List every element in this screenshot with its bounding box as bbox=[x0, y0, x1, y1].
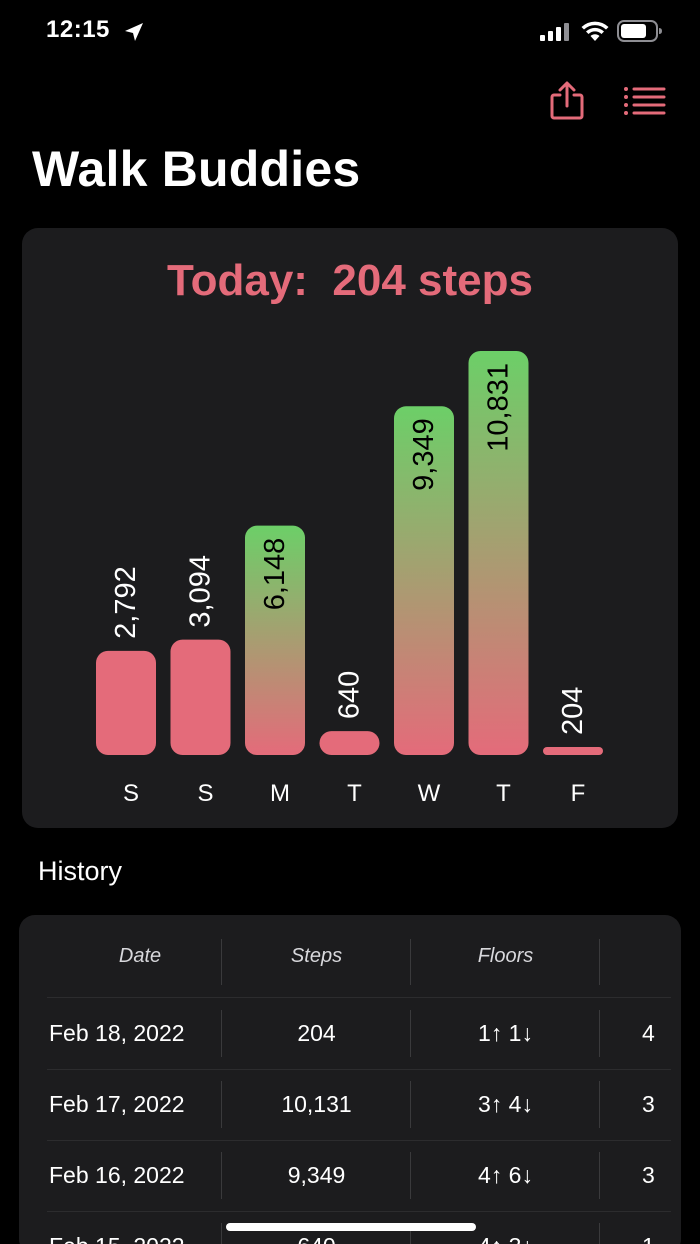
bar-6[interactable] bbox=[543, 747, 603, 755]
day-tick-label: M bbox=[270, 780, 290, 807]
table-row[interactable]: Feb 17, 2022 10,131 3↑ 4↓ 3 bbox=[47, 1069, 671, 1140]
bar-value-label: 10,831 bbox=[483, 363, 515, 452]
table-row[interactable]: Feb 16, 2022 9,349 4↑ 6↓ 3 bbox=[47, 1140, 671, 1211]
bar-3[interactable] bbox=[319, 731, 380, 755]
share-button[interactable] bbox=[546, 80, 588, 122]
weekly-steps-chart-card: Today: 204 steps 2,792 S 3,094 S 6,148 M 640 T 9… bbox=[22, 228, 678, 828]
cell-date: Feb 15, 2022 bbox=[47, 1211, 223, 1244]
screen: 12:15 Walk Buddies Today: 204 steps 2,79… bbox=[0, 0, 700, 1244]
wifi-icon bbox=[581, 21, 609, 41]
weekly-steps-bar-chart: 2,792 S 3,094 S 6,148 M 640 T 9,349 W 10,831 T 204 F bbox=[96, 351, 603, 807]
location-arrow-icon bbox=[125, 23, 143, 41]
cell-floors: 4↑ 6↓ bbox=[478, 1162, 533, 1188]
battery-icon bbox=[617, 20, 662, 42]
table-header-row: Date Steps Floors bbox=[47, 915, 671, 997]
bar-value-label: 2,792 bbox=[110, 566, 142, 639]
cell-extra: 3 bbox=[642, 1091, 655, 1117]
column-header-steps[interactable]: Steps bbox=[222, 915, 411, 997]
day-tick-label: S bbox=[197, 780, 213, 807]
history-table-viewport[interactable]: Date Steps Floors Feb 18, 2022 204 1↑ 1↓… bbox=[47, 915, 671, 1244]
day-tick-label: S bbox=[123, 780, 139, 807]
bar-1[interactable] bbox=[170, 639, 231, 755]
cell-steps: 10,131 bbox=[281, 1091, 352, 1117]
history-table[interactable]: Date Steps Floors Feb 18, 2022 204 1↑ 1↓… bbox=[19, 915, 681, 1244]
cell-date: Feb 18, 2022 bbox=[49, 1020, 185, 1046]
cell-steps: 204 bbox=[297, 1020, 336, 1046]
status-bar: 12:15 bbox=[0, 0, 700, 64]
column-header-floors[interactable]: Floors bbox=[411, 915, 600, 997]
list-button[interactable] bbox=[622, 84, 666, 118]
cell-floors: 3↑ 4↓ bbox=[478, 1091, 533, 1117]
bar-value-label: 3,094 bbox=[185, 555, 217, 628]
table-row[interactable]: Feb 18, 2022 204 1↑ 1↓ 4 bbox=[47, 998, 671, 1069]
home-indicator[interactable] bbox=[226, 1223, 476, 1231]
cell-floors: 1↑ 1↓ bbox=[478, 1020, 533, 1046]
status-time: 12:15 bbox=[46, 16, 110, 43]
day-tick-label: T bbox=[347, 780, 362, 807]
day-tick-label: F bbox=[571, 780, 586, 807]
cell-date: Feb 17, 2022 bbox=[49, 1091, 185, 1117]
bar-value-label: 640 bbox=[334, 671, 366, 719]
cell-extra: 1 bbox=[600, 1211, 671, 1244]
cell-extra: 3 bbox=[642, 1162, 655, 1188]
cellular-signal-icon bbox=[540, 23, 569, 41]
bar-0[interactable] bbox=[96, 650, 156, 755]
column-header-extra[interactable] bbox=[600, 915, 671, 997]
column-header-date[interactable]: Date bbox=[47, 915, 227, 997]
page-title: Walk Buddies bbox=[32, 141, 361, 197]
cell-extra: 4 bbox=[642, 1020, 655, 1046]
bar-value-label: 6,148 bbox=[259, 538, 291, 611]
share-icon bbox=[550, 81, 584, 120]
day-tick-label: W bbox=[418, 780, 441, 807]
day-tick-label: T bbox=[496, 780, 511, 807]
bar-value-label: 204 bbox=[557, 687, 589, 735]
history-heading: History bbox=[38, 856, 123, 886]
bar-value-label: 9,349 bbox=[408, 418, 440, 491]
cell-steps: 9,349 bbox=[287, 1162, 346, 1188]
list-icon bbox=[624, 87, 666, 115]
cell-date: Feb 16, 2022 bbox=[49, 1162, 185, 1188]
